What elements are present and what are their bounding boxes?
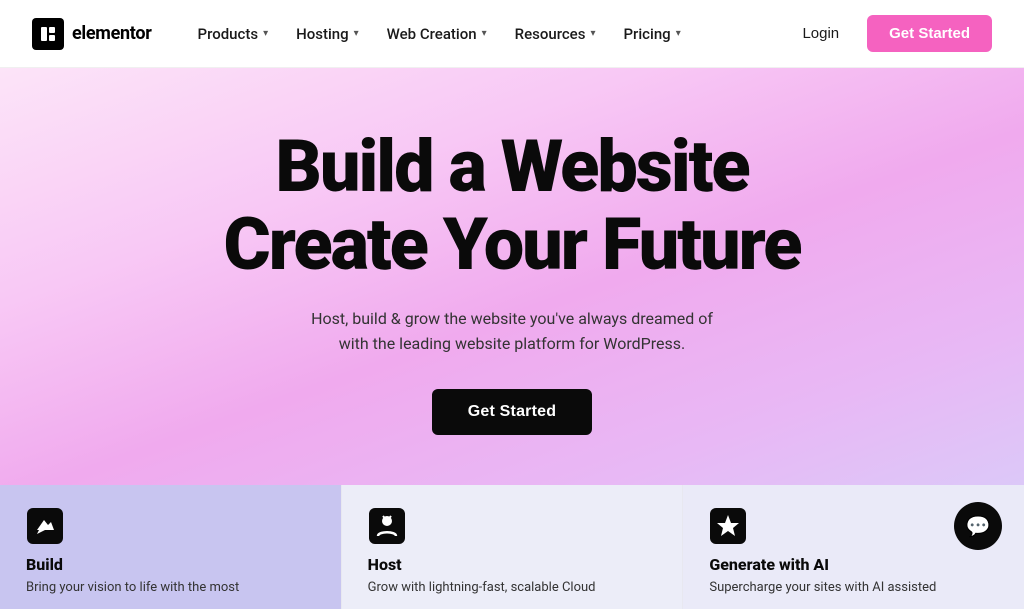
- card-ai-title: Generate with AI: [709, 555, 998, 574]
- cards-section: Build Bring your vision to life with the…: [0, 485, 1024, 609]
- nav-item-web-creation[interactable]: Web Creation ▾: [373, 17, 501, 51]
- chevron-down-icon: ▾: [354, 28, 359, 39]
- login-button[interactable]: Login: [790, 17, 851, 50]
- nav-right: Login Get Started: [790, 15, 992, 52]
- ai-icon: [709, 507, 747, 545]
- card-ai-desc: Supercharge your sites with AI assisted: [709, 579, 998, 597]
- card-host-desc: Grow with lightning-fast, scalable Cloud: [368, 579, 657, 597]
- nav-item-hosting[interactable]: Hosting ▾: [282, 17, 373, 51]
- card-build-desc: Bring your vision to life with the most: [26, 579, 315, 597]
- hero-subtitle: Host, build & grow the website you've al…: [302, 306, 722, 357]
- get-started-nav-button[interactable]: Get Started: [867, 15, 992, 52]
- chevron-down-icon: ▾: [482, 28, 487, 39]
- card-build[interactable]: Build Bring your vision to life with the…: [0, 485, 342, 609]
- chat-icon: 💬: [966, 514, 991, 538]
- nav-item-resources[interactable]: Resources ▾: [501, 17, 610, 51]
- card-host[interactable]: Host Grow with lightning-fast, scalable …: [342, 485, 684, 609]
- chevron-down-icon: ▾: [263, 28, 268, 39]
- hero-cta-button[interactable]: Get Started: [432, 389, 592, 435]
- card-build-title: Build: [26, 555, 315, 574]
- chat-bubble-button[interactable]: 💬: [954, 502, 1002, 550]
- navbar: elementor Products ▾ Hosting ▾ Web Creat…: [0, 0, 1024, 68]
- build-icon: [26, 507, 64, 545]
- nav-item-pricing[interactable]: Pricing ▾: [609, 17, 694, 51]
- host-icon: [368, 507, 406, 545]
- chevron-down-icon: ▾: [590, 28, 595, 39]
- logo-text: elementor: [72, 23, 152, 44]
- hero-section: Build a Website Create Your Future Host,…: [0, 68, 1024, 485]
- hero-title: Build a Website Create Your Future: [224, 128, 801, 284]
- card-host-title: Host: [368, 555, 657, 574]
- nav-item-products[interactable]: Products ▾: [184, 17, 283, 51]
- nav-items: Products ▾ Hosting ▾ Web Creation ▾ Reso…: [184, 17, 791, 51]
- logo-icon: [32, 18, 64, 50]
- logo[interactable]: elementor: [32, 18, 152, 50]
- chevron-down-icon: ▾: [676, 28, 681, 39]
